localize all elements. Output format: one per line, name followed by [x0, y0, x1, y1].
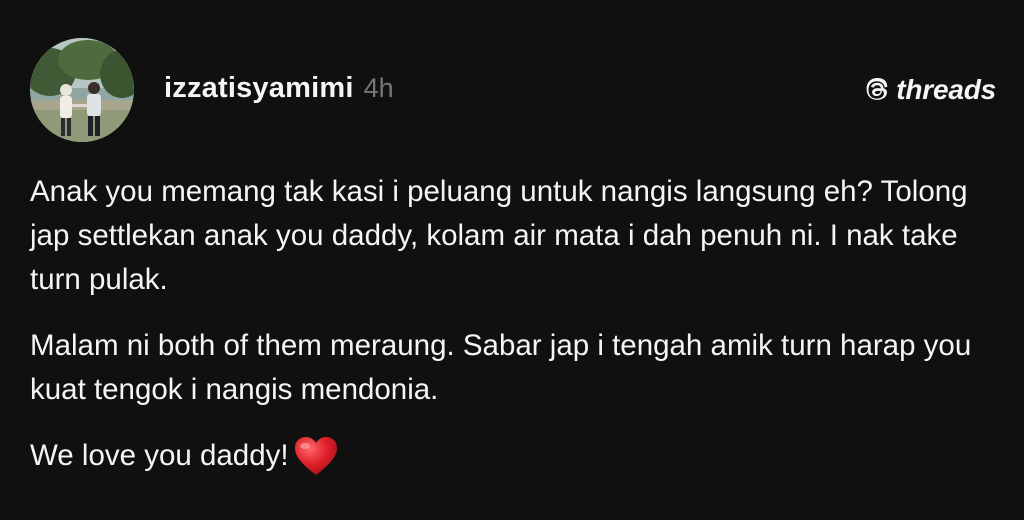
- threads-post: izzatisyamimi 4h threads Anak you memang…: [0, 0, 1024, 520]
- threads-brand: threads: [862, 74, 996, 106]
- threads-logo-icon: [866, 78, 888, 100]
- red-heart-icon: [294, 437, 337, 475]
- threads-wordmark: threads: [896, 74, 996, 105]
- avatar[interactable]: [30, 38, 134, 142]
- username[interactable]: izzatisyamimi: [164, 72, 354, 105]
- post-header: izzatisyamimi 4h: [164, 72, 394, 112]
- post-paragraph-3-text: We love you daddy!: [30, 439, 289, 472]
- post-paragraph-2: Malam ni both of them meraung. Sabar jap…: [30, 329, 972, 406]
- profile-photo: [30, 38, 134, 142]
- post-body: Anak you memang tak kasi i peluang untuk…: [30, 170, 990, 500]
- post-paragraph-3: We love you daddy!: [30, 434, 990, 478]
- timestamp: 4h: [363, 73, 394, 103]
- post-paragraph-1: Anak you memang tak kasi i peluang untuk…: [30, 175, 968, 296]
